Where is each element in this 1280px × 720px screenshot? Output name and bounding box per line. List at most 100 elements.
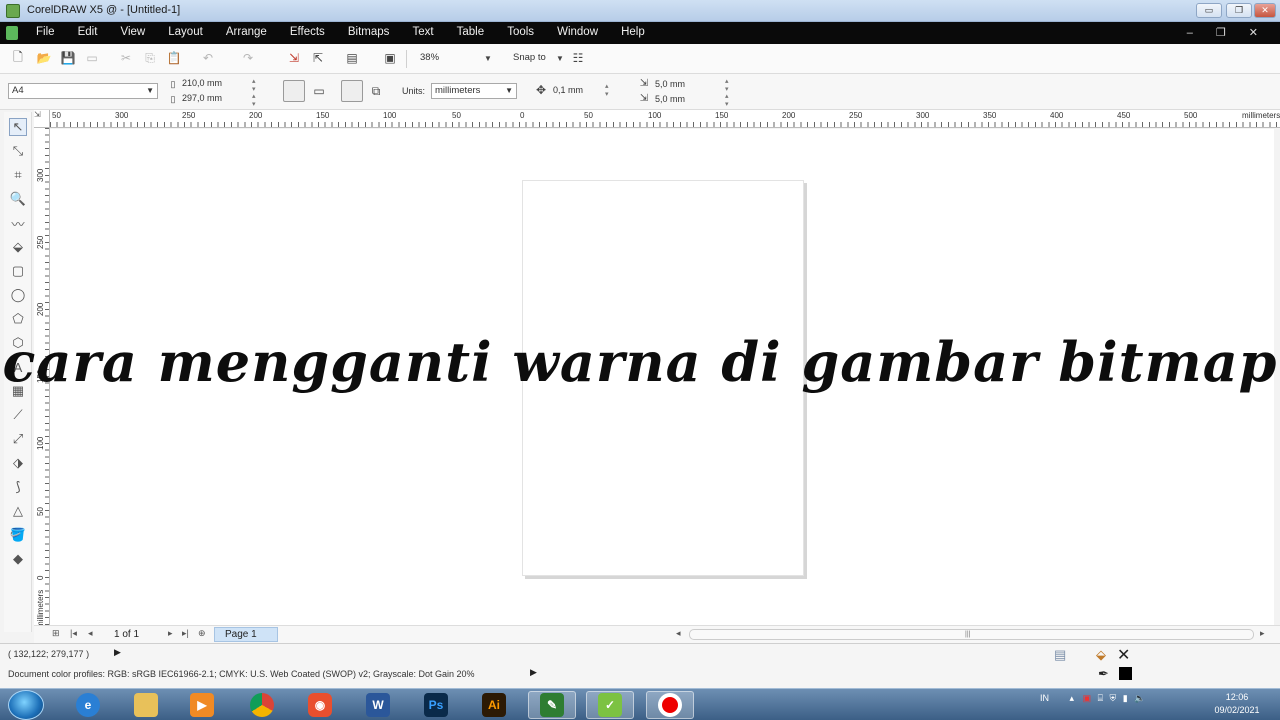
next-page-icon[interactable]: ▸ <box>168 628 173 639</box>
previous-page-icon[interactable]: ◂ <box>88 628 93 639</box>
screen-recorder-taskbar-button[interactable]: ◉ <box>296 691 344 719</box>
snap-dropdown-chevron-icon[interactable]: ▼ <box>552 50 568 66</box>
open-folder-icon[interactable]: 📂 <box>36 50 52 66</box>
duplicate-distance-x-field[interactable]: 5,0 mm <box>655 79 685 89</box>
redo-icon[interactable]: ↷ <box>240 50 256 66</box>
menu-arrange[interactable]: Arrange <box>226 26 267 38</box>
show-hidden-icons-icon[interactable]: ▴ <box>1070 693 1075 703</box>
options-icon[interactable]: ☷ <box>570 50 586 66</box>
width-spinner[interactable]: ▴ ▾ <box>252 78 256 94</box>
snap-to-button[interactable]: Snap to <box>513 52 546 63</box>
menu-view[interactable]: View <box>120 26 145 38</box>
mdi-controls[interactable]: – ❐ ✕ <box>1187 26 1268 39</box>
ellipse-tool-icon[interactable]: ◯ <box>9 286 27 304</box>
pick-tool-icon[interactable]: ↖ <box>9 118 27 136</box>
menu-table[interactable]: Table <box>457 26 485 38</box>
smart-fill-tool-icon[interactable]: ⬙ <box>9 238 27 256</box>
minimize-button[interactable]: ▭ <box>1196 3 1222 18</box>
units-select[interactable]: millimeters ▼ <box>431 83 517 99</box>
copy-icon[interactable]: ⎘ <box>142 50 158 66</box>
shape-tool-icon[interactable]: ⤡ <box>9 142 27 160</box>
polygon-tool-icon[interactable]: ⬠ <box>9 310 27 328</box>
save-icon[interactable]: 💾 <box>60 50 76 66</box>
last-page-icon[interactable]: ▸| <box>182 628 189 639</box>
network-icon[interactable]: ⌸ <box>1098 693 1103 703</box>
dup-x-spinner[interactable]: ▴ ▾ <box>725 78 729 94</box>
internet-explorer-taskbar-button[interactable]: e <box>64 691 112 719</box>
eyedropper-tool-icon[interactable]: ⟆ <box>9 478 27 496</box>
welcome-screen-icon[interactable]: ▣ <box>382 50 398 66</box>
scroll-left-icon[interactable]: ◂ <box>676 628 681 639</box>
recording-taskbar-button[interactable] <box>646 691 694 719</box>
corel-capture-taskbar-button[interactable]: ✓ <box>586 691 634 719</box>
media-player-taskbar-button[interactable]: ▶ <box>178 691 226 719</box>
export-icon[interactable]: ⇱ <box>310 50 326 66</box>
landscape-icon[interactable]: ▭ <box>311 83 327 99</box>
crop-tool-icon[interactable]: ⌗ <box>9 166 27 184</box>
menu-layout[interactable]: Layout <box>168 26 203 38</box>
dimension-tool-icon[interactable]: ⟋ <box>9 406 27 424</box>
freehand-tool-icon[interactable]: 〰 <box>9 214 27 232</box>
restore-button[interactable]: ❐ <box>1226 3 1252 18</box>
chrome-taskbar-button[interactable] <box>238 691 286 719</box>
menu-help[interactable]: Help <box>621 26 645 38</box>
close-button[interactable]: ✕ <box>1254 3 1276 18</box>
page-width-field[interactable]: 210,0 mm <box>182 78 222 88</box>
antivirus-icon[interactable]: ▣ <box>1083 693 1092 703</box>
zoom-level[interactable]: 38% <box>420 52 439 63</box>
interactive-fill-tool-icon[interactable]: ◆ <box>9 550 27 568</box>
object-details-icon[interactable]: ▤ <box>1054 647 1066 663</box>
portrait-button[interactable] <box>283 80 305 102</box>
print-icon[interactable]: ▭ <box>84 50 100 66</box>
menu-effects[interactable]: Effects <box>290 26 325 38</box>
photoshop-taskbar-button[interactable]: Ps <box>412 691 460 719</box>
profiles-arrow-icon[interactable]: ▶ <box>530 667 537 678</box>
menu-file[interactable]: File <box>36 26 55 38</box>
menu-window[interactable]: Window <box>557 26 598 38</box>
word-taskbar-button[interactable]: W <box>354 691 402 719</box>
dup-y-spinner[interactable]: ▴ ▾ <box>725 93 729 109</box>
scroll-right-icon[interactable]: ▸ <box>1260 628 1265 639</box>
all-pages-button[interactable] <box>341 80 363 102</box>
document-icon[interactable] <box>6 26 18 40</box>
ruler-origin[interactable]: ⇲ <box>34 110 50 128</box>
outline-color-swatch[interactable] <box>1119 667 1132 680</box>
import-icon[interactable]: ⇲ <box>286 50 302 66</box>
zoom-dropdown-chevron-icon[interactable]: ▼ <box>480 50 496 66</box>
file-manager-taskbar-button[interactable] <box>122 691 170 719</box>
add-page-icon[interactable]: ⊕ <box>198 628 206 639</box>
connector-tool-icon[interactable]: ⤢ <box>9 430 27 448</box>
menu-edit[interactable]: Edit <box>78 26 98 38</box>
outline-pen-tool-icon[interactable]: △ <box>9 502 27 520</box>
taskbar-clock[interactable]: 12:06 09/02/2021 <box>1205 691 1269 717</box>
menu-text[interactable]: Text <box>412 26 433 38</box>
scrollbar-grip[interactable]: ||| <box>965 631 970 638</box>
fill-tool-icon[interactable]: 🪣 <box>9 526 27 544</box>
expand-arrow-icon[interactable]: ▶ <box>114 647 121 658</box>
height-spinner[interactable]: ▴ ▾ <box>252 93 256 109</box>
page-height-field[interactable]: 297,0 mm <box>182 93 222 103</box>
battery-icon[interactable]: ▮ <box>1123 693 1128 703</box>
blend-tool-icon[interactable]: ⬗ <box>9 454 27 472</box>
nudge-spinner[interactable]: ▴ ▾ <box>605 83 609 99</box>
horizontal-scrollbar[interactable]: ||| <box>689 629 1254 640</box>
menu-bitmaps[interactable]: Bitmaps <box>348 26 390 38</box>
start-button[interactable] <box>8 690 44 720</box>
volume-icon[interactable]: 🔈 <box>1134 693 1145 703</box>
rectangle-tool-icon[interactable]: ▢ <box>9 262 27 280</box>
coreldraw-taskbar-button[interactable]: ✎ <box>528 691 576 719</box>
security-icon[interactable]: ⛨ <box>1110 693 1117 703</box>
illustrator-taskbar-button[interactable]: Ai <box>470 691 518 719</box>
paper-size-select[interactable]: A4 ▼ <box>8 83 158 99</box>
first-page-icon[interactable]: |◂ <box>70 628 77 639</box>
page-options-icon[interactable]: ⊞ <box>52 628 60 639</box>
nudge-distance-field[interactable]: 0,1 mm <box>553 85 583 95</box>
coreldraw-app-icon[interactable] <box>6 4 20 18</box>
new-document-icon[interactable]: 🗋 <box>10 50 26 66</box>
page-tab[interactable]: Page 1 <box>214 627 278 642</box>
zoom-tool-icon[interactable]: 🔍 <box>9 190 27 208</box>
horizontal-ruler[interactable]: 50 300 250 200 150 100 50 0 50 100 150 2… <box>50 110 1280 128</box>
application-launcher-icon[interactable]: ▤ <box>344 50 360 66</box>
menu-tools[interactable]: Tools <box>507 26 534 38</box>
paste-icon[interactable]: 📋 <box>166 50 182 66</box>
